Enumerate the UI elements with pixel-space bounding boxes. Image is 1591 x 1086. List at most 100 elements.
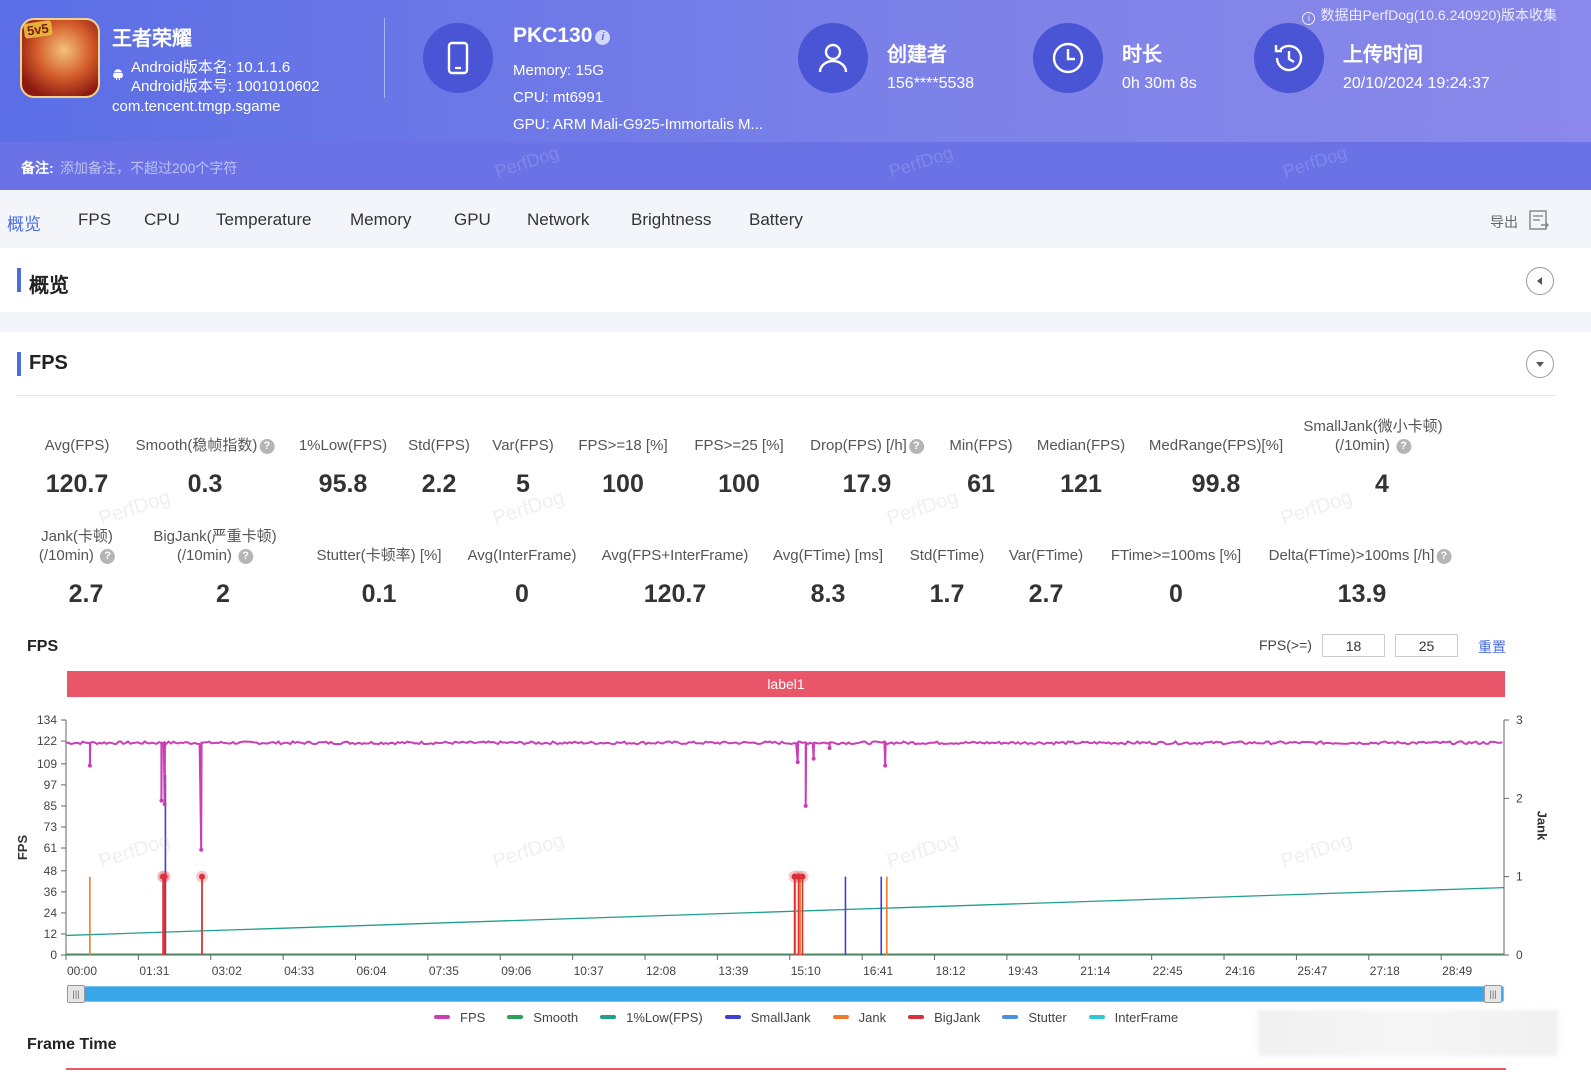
metric-value: 4	[1375, 470, 1389, 498]
y-tick-label-right: 0	[1516, 948, 1523, 962]
remark-input[interactable]: 添加备注，不超过200个字符	[60, 158, 237, 178]
legend-item[interactable]: BigJank	[908, 1010, 980, 1025]
creator-label: 创建者	[887, 44, 947, 66]
metric-label: Avg(FTime) [ms]	[772, 547, 884, 564]
legend-label: Smooth	[533, 1010, 579, 1025]
metric-value: 5	[516, 470, 530, 498]
fps-chart[interactable]: 01224364861738597109122134012300:00 01:31…	[0, 700, 1591, 980]
time-range-slider[interactable]	[67, 986, 1504, 1002]
tab-battery[interactable]: Battery	[749, 210, 803, 230]
help-icon[interactable]: ?	[1436, 549, 1452, 564]
tab-network[interactable]: Network	[527, 210, 589, 230]
tab-fps[interactable]: FPS	[78, 210, 111, 230]
legend-swatch	[600, 1015, 617, 1019]
legend-swatch	[724, 1015, 741, 1019]
metric-label: FTime>=100ms [%]	[1110, 547, 1242, 564]
remark-label: 备注:	[21, 160, 54, 176]
device-name: PKC130 i	[513, 24, 611, 48]
metric-value: 120.7	[643, 580, 707, 608]
fps-dip-point	[87, 763, 92, 768]
fps-threshold-input-2[interactable]	[1395, 634, 1458, 657]
legend-item[interactable]: 1%Low(FPS)	[600, 1010, 703, 1025]
app-icon-badge: 5v5	[23, 20, 53, 39]
y-tick-label-left: 48	[44, 864, 58, 878]
device-info-icon[interactable]: i	[595, 30, 611, 45]
tab-memory[interactable]: Memory	[350, 210, 411, 230]
legend-item[interactable]: FPS	[434, 1010, 485, 1025]
metric-label: Avg(InterFrame)	[467, 547, 577, 564]
fps-dip-point	[883, 763, 888, 768]
y-tick-label-left: 122	[37, 734, 57, 748]
metric-value: 1.7	[929, 580, 965, 608]
overview-collapse-button[interactable]	[1526, 267, 1554, 295]
upload-time-value: 20/10/2024 19:24:37	[1343, 75, 1490, 92]
help-icon[interactable]: ?	[238, 549, 254, 564]
export-button[interactable]: 导出	[1490, 212, 1518, 232]
metric-label: Avg(FPS+InterFrame)	[601, 547, 749, 564]
x-tick-label: 28:49	[1442, 964, 1472, 978]
tab-brightness[interactable]: Brightness	[631, 210, 711, 230]
fps-filter-label: FPS(>=)	[1259, 637, 1312, 653]
tab-overview[interactable]: 概览	[7, 210, 41, 235]
metric-value: 100	[602, 470, 644, 498]
help-icon[interactable]: ?	[100, 549, 116, 564]
caret-left-icon	[1537, 277, 1542, 285]
overview-section-title: 概览	[29, 275, 69, 297]
metric-value: 0	[515, 580, 529, 608]
creator-icon-circle	[798, 23, 868, 93]
info-icon: i	[1302, 12, 1316, 25]
slider-handle-left[interactable]: |||	[67, 985, 85, 1003]
bigjank-marker	[799, 873, 806, 880]
watermark: PerfDog	[884, 486, 961, 530]
series-1pct-low-line	[65, 886, 1505, 937]
export-icon[interactable]	[1528, 209, 1550, 231]
help-icon[interactable]: ?	[1396, 439, 1412, 454]
legend-item[interactable]: Smooth	[507, 1010, 578, 1025]
label-band[interactable]: label1	[67, 671, 1505, 697]
reset-button[interactable]: 重置	[1478, 637, 1506, 657]
android-version-code: Android版本号: 1001010602	[131, 78, 320, 95]
creator-value: 156****5538	[887, 75, 975, 92]
y-tick-label-right: 2	[1516, 791, 1523, 805]
fps-collapse-button[interactable]	[1526, 350, 1554, 378]
y-tick-label-right: 3	[1516, 713, 1523, 727]
duration-icon-circle	[1033, 23, 1103, 93]
metric-label: Drop(FPS) [/h]?	[810, 436, 924, 455]
legend-label: Jank	[858, 1010, 887, 1025]
metric-label: FPS>=25 [%]	[694, 437, 784, 454]
legend-swatch	[1002, 1015, 1019, 1019]
phone-icon	[447, 41, 469, 75]
y-axis-left-label: FPS	[15, 834, 31, 861]
tab-gpu[interactable]: GPU	[454, 210, 491, 230]
fps-threshold-input-1[interactable]	[1322, 634, 1385, 657]
metric-label: Min(FPS)	[949, 437, 1013, 454]
app-icon: 5v5	[20, 18, 100, 98]
legend-swatch	[908, 1015, 925, 1019]
legend-item[interactable]: Stutter	[1002, 1010, 1067, 1025]
fps-dip-point	[162, 802, 167, 807]
x-tick-label: 27:18	[1370, 964, 1400, 978]
y-tick-label-right: 1	[1516, 870, 1523, 884]
metric-value: 99.8	[1191, 470, 1241, 498]
x-tick-label: 19:43	[1008, 964, 1038, 978]
help-icon[interactable]: ?	[259, 439, 275, 454]
x-tick-label: 21:14	[1080, 964, 1110, 978]
metric-label: Var(FTime)	[1008, 547, 1084, 564]
legend-item[interactable]: InterFrame	[1088, 1010, 1178, 1025]
user-icon	[818, 43, 848, 73]
tab-cpu[interactable]: CPU	[144, 210, 180, 230]
y-tick-label-left: 36	[44, 885, 58, 899]
metric-value: 121	[1060, 470, 1102, 498]
data-source-notice: i 数据由PerfDog(10.6.240920)版本收集	[1302, 5, 1557, 25]
metric-label: Delta(FTime)>100ms [/h]?	[1269, 546, 1452, 565]
fps-dip-point	[803, 803, 808, 808]
legend-item[interactable]: Jank	[832, 1010, 887, 1025]
help-icon[interactable]: ?	[908, 439, 924, 454]
fps-dip-point	[159, 798, 164, 803]
watermark: PerfDog	[1278, 486, 1355, 530]
legend-item[interactable]: SmallJank	[724, 1010, 811, 1025]
metric-value: 95.8	[318, 470, 368, 498]
slider-handle-right[interactable]: |||	[1484, 985, 1502, 1003]
metric-value: 2.7	[68, 580, 104, 608]
tab-temperature[interactable]: Temperature	[216, 210, 311, 230]
